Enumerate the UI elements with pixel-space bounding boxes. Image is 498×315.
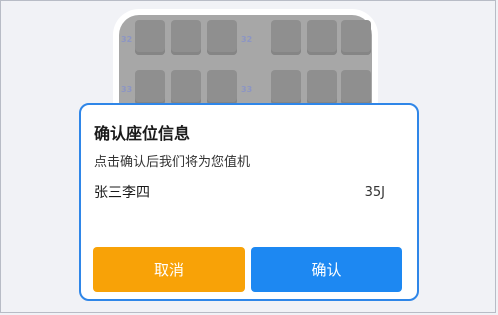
seat[interactable]: [171, 70, 201, 105]
row-number-right: 33: [241, 85, 253, 94]
seat[interactable]: [271, 20, 301, 55]
seat[interactable]: [135, 20, 165, 55]
row-number-left: 32: [121, 35, 133, 44]
seat[interactable]: [271, 70, 301, 105]
seat[interactable]: [171, 20, 201, 55]
seat[interactable]: [341, 20, 371, 55]
dialog-description: 点击确认后我们将为您值机: [94, 155, 251, 170]
row-number-left: 33: [121, 85, 133, 94]
seat[interactable]: [341, 70, 371, 105]
passenger-row: 张三李四 35J: [94, 182, 385, 202]
cancel-button[interactable]: 取消: [93, 247, 245, 292]
seat[interactable]: [207, 20, 237, 55]
seat[interactable]: [307, 20, 337, 55]
dialog-title: 确认座位信息: [94, 124, 191, 143]
passenger-name: 张三李四: [94, 185, 150, 201]
seat-number: 35J: [364, 184, 385, 200]
seat[interactable]: [207, 70, 237, 105]
seat[interactable]: [135, 70, 165, 105]
row-number-right: 32: [241, 35, 253, 44]
confirm-seat-dialog: 确认座位信息 点击确认后我们将为您值机 张三李四 35J 取消 确认: [79, 103, 419, 301]
confirm-button[interactable]: 确认: [251, 247, 402, 292]
seat[interactable]: [307, 70, 337, 105]
